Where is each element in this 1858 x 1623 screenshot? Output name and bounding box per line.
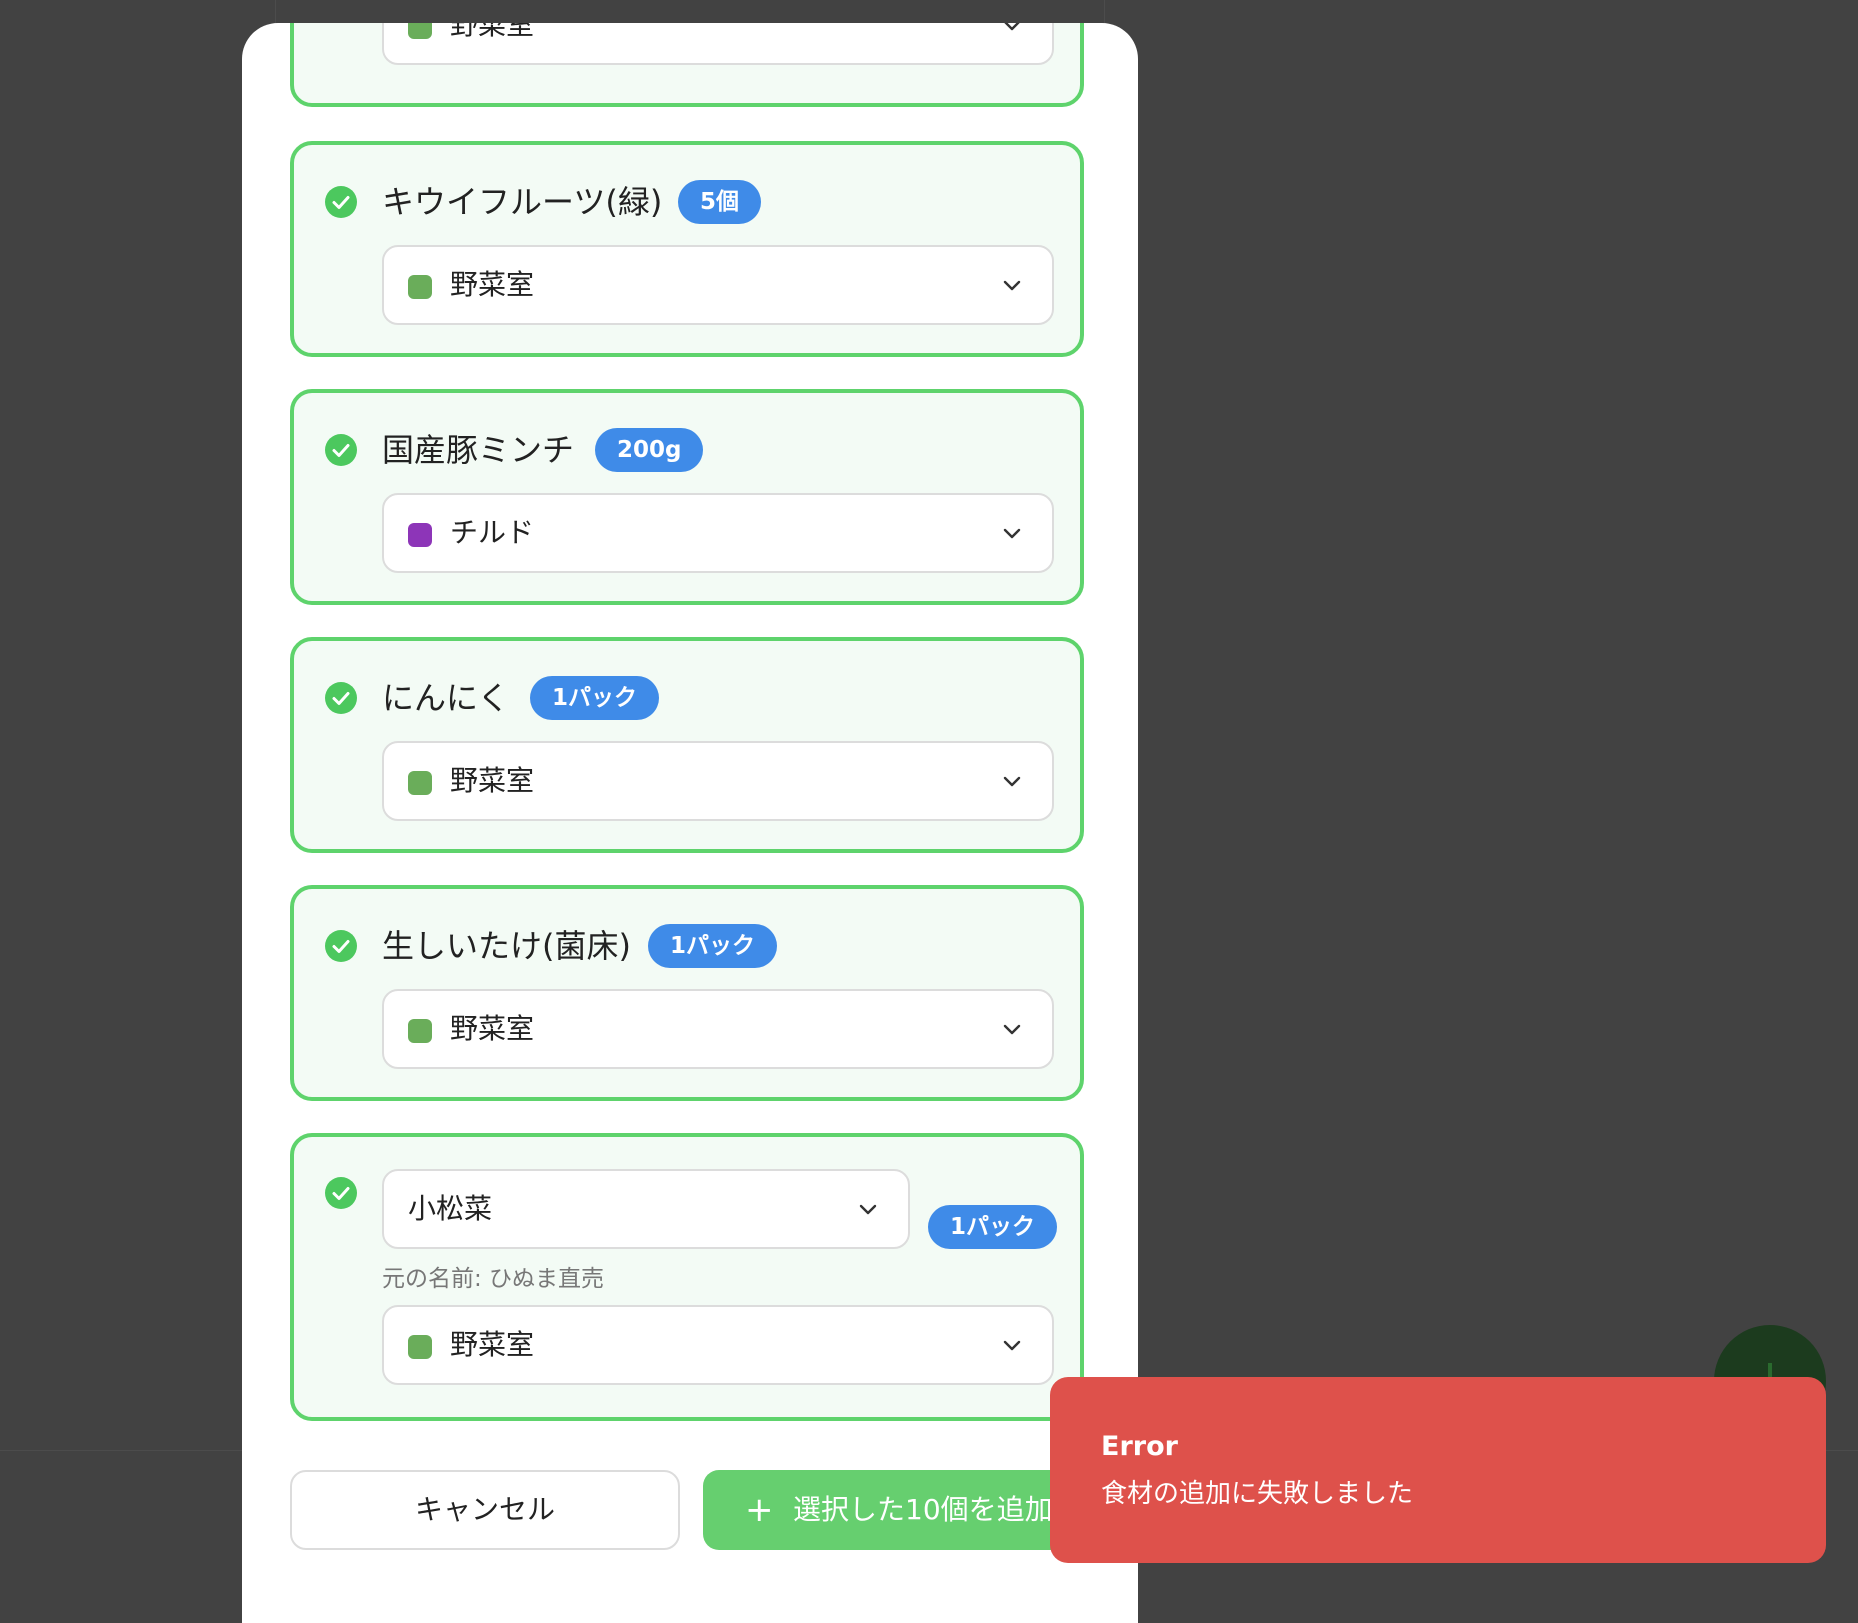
- storage-location-value: 野菜室: [450, 268, 535, 301]
- quantity-badge: 5個: [678, 180, 762, 224]
- storage-location-value: 野菜室: [450, 1012, 535, 1045]
- quantity-badge: 1パック: [530, 676, 660, 720]
- location-color-swatch: [408, 523, 432, 547]
- item-name: 生しいたけ(菌床): [382, 927, 631, 965]
- item-card: 野菜室: [290, 23, 1084, 107]
- chevron-down-icon: [1003, 280, 1021, 291]
- quantity-badge: 1パック: [648, 924, 778, 968]
- item-card: にんにく 1パック 野菜室: [290, 637, 1084, 853]
- chevron-down-icon: [1004, 23, 1020, 31]
- item-card: 小松菜 1パック 元の名前: ひぬま直売 野菜室: [290, 1133, 1084, 1421]
- location-color-swatch: [408, 275, 432, 299]
- toast-title: Error: [1101, 1431, 1178, 1462]
- item-name: にんにく: [382, 679, 510, 717]
- add-selected-label: 選択した10個を追加: [793, 1493, 1053, 1526]
- storage-location-value: 野菜室: [450, 1328, 535, 1361]
- chevron-down-icon: [1003, 776, 1021, 787]
- add-items-modal: 野菜室 キウイフルーツ(緑) 5個 野菜室 国産豚ミンチ 200g チルド にん…: [242, 23, 1138, 1623]
- check-circle-icon[interactable]: [325, 682, 357, 714]
- toast-message: 食材の追加に失敗しました: [1101, 1479, 1414, 1509]
- cancel-button[interactable]: キャンセル: [290, 1470, 680, 1550]
- location-color-swatch: [408, 23, 432, 39]
- check-circle-icon[interactable]: [325, 434, 357, 466]
- storage-location-select[interactable]: 野菜室: [382, 989, 1054, 1069]
- storage-location-select[interactable]: チルド: [382, 493, 1054, 573]
- storage-location-select[interactable]: 野菜室: [382, 23, 1054, 65]
- original-name-note: 元の名前: ひぬま直売: [382, 1266, 605, 1292]
- item-name-select[interactable]: 小松菜: [382, 1169, 910, 1249]
- item-card: 国産豚ミンチ 200g チルド: [290, 389, 1084, 605]
- item-card: キウイフルーツ(緑) 5個 野菜室: [290, 141, 1084, 357]
- item-card: 生しいたけ(菌床) 1パック 野菜室: [290, 885, 1084, 1101]
- storage-location-value: チルド: [450, 516, 535, 549]
- location-color-swatch: [408, 1335, 432, 1359]
- quantity-badge: 1パック: [928, 1205, 1058, 1249]
- chevron-down-icon: [859, 1204, 877, 1215]
- error-toast[interactable]: Error 食材の追加に失敗しました: [1050, 1377, 1826, 1563]
- location-color-swatch: [408, 771, 432, 795]
- item-name-value: 小松菜: [408, 1192, 493, 1225]
- item-name: 国産豚ミンチ: [382, 431, 575, 469]
- storage-location-select[interactable]: 野菜室: [382, 245, 1054, 325]
- chevron-down-icon: [1003, 528, 1021, 539]
- chevron-down-icon: [1003, 1024, 1021, 1035]
- storage-location-select[interactable]: 野菜室: [382, 1305, 1054, 1385]
- storage-location-select[interactable]: 野菜室: [382, 741, 1054, 821]
- storage-location-value: 野菜室: [450, 764, 535, 797]
- check-circle-icon[interactable]: [325, 186, 357, 218]
- storage-location-value: 野菜室: [450, 23, 535, 41]
- check-circle-icon[interactable]: [325, 1177, 357, 1209]
- plus-icon: +: [745, 1490, 774, 1530]
- item-name: キウイフルーツ(緑): [382, 183, 663, 221]
- chevron-down-icon: [1003, 1340, 1021, 1351]
- check-circle-icon[interactable]: [325, 930, 357, 962]
- quantity-badge: 200g: [595, 428, 704, 472]
- location-color-swatch: [408, 1019, 432, 1043]
